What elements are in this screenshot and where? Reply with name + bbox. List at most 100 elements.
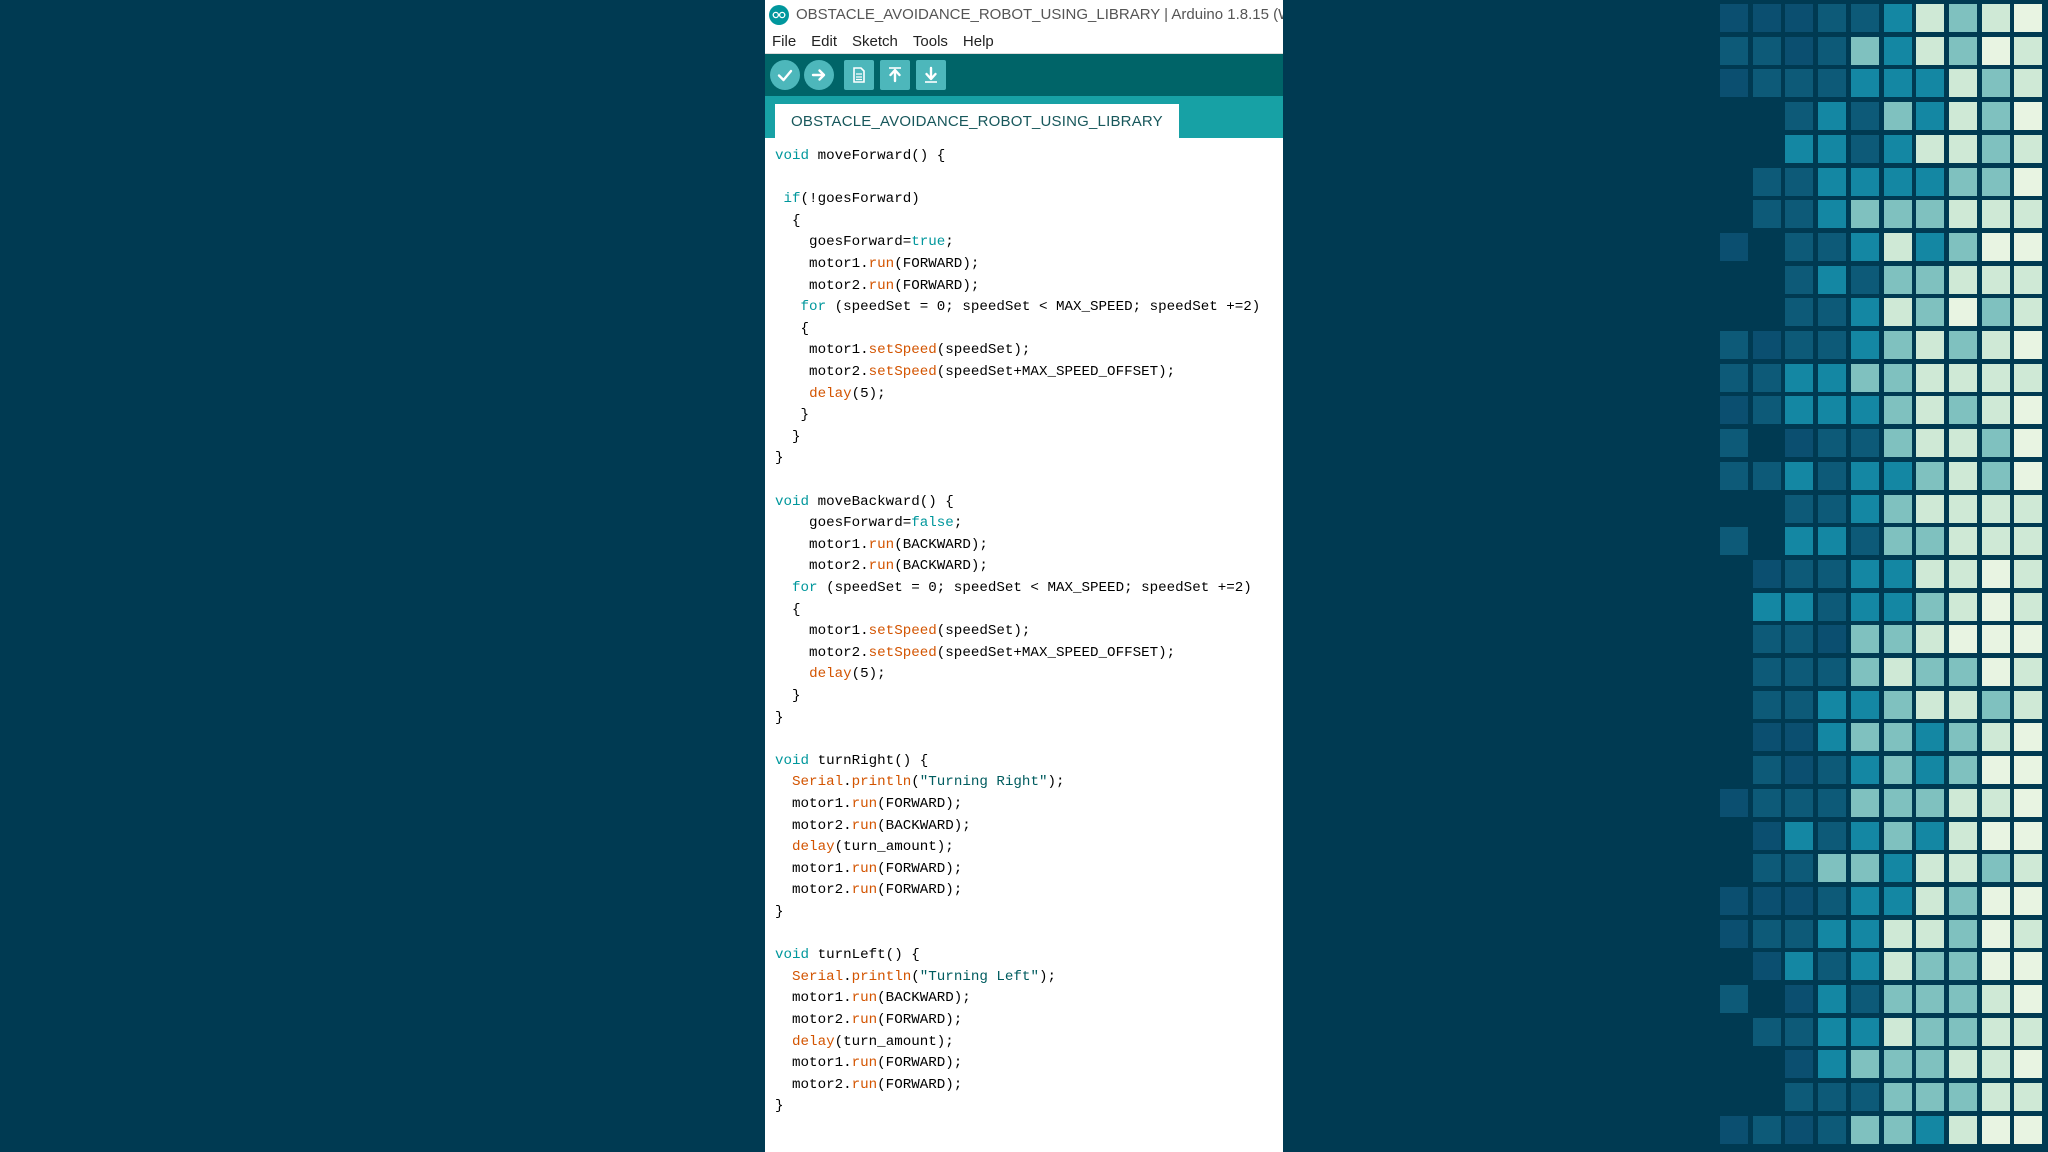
mosaic-tile bbox=[1752, 167, 1781, 196]
mosaic-tile bbox=[1818, 265, 1847, 294]
code-token: motor2. bbox=[775, 1076, 852, 1093]
mosaic-tile bbox=[1883, 232, 1912, 261]
mosaic-tile bbox=[2014, 658, 2043, 686]
mosaic-tile bbox=[1818, 396, 1847, 425]
code-editor[interactable]: void moveForward() { if(!goesForward) { … bbox=[765, 138, 1283, 1152]
mosaic-tile bbox=[1818, 167, 1847, 196]
menu-help[interactable]: Help bbox=[961, 33, 996, 50]
arduino-logo-icon bbox=[769, 4, 789, 25]
mosaic-tile bbox=[1818, 461, 1847, 490]
mosaic-tile bbox=[1948, 952, 1977, 981]
verify-button[interactable] bbox=[770, 60, 800, 90]
code-token: "Turning Left" bbox=[919, 968, 1039, 985]
mosaic-tile bbox=[1850, 527, 1879, 556]
mosaic-tile bbox=[1981, 494, 2010, 523]
code-line: delay(turn_amount); bbox=[775, 1032, 954, 1054]
mosaic-tile bbox=[1818, 4, 1847, 32]
code-line: motor1.run(FORWARD); bbox=[775, 794, 962, 816]
code-line: Serial.println("Turning Left"); bbox=[775, 967, 1056, 989]
mosaic-tile bbox=[1720, 461, 1748, 490]
mosaic-tile bbox=[1916, 265, 1945, 294]
mosaic-tile bbox=[1818, 331, 1847, 359]
mosaic-tile bbox=[1883, 952, 1912, 981]
code-line: goesForward=true; bbox=[775, 232, 954, 254]
menu-tools[interactable]: Tools bbox=[911, 33, 950, 50]
code-line: motor1.run(FORWARD); bbox=[775, 859, 962, 881]
mosaic-tile bbox=[1818, 1083, 1847, 1112]
mosaic-tile bbox=[1948, 1083, 1977, 1112]
code-token: println bbox=[851, 968, 912, 985]
mosaic-tile bbox=[1850, 494, 1879, 523]
mosaic-tile bbox=[1916, 69, 1945, 98]
mosaic-tile bbox=[1981, 232, 2010, 261]
mosaic-tile bbox=[1981, 690, 2010, 719]
code-token: Serial bbox=[792, 774, 844, 791]
mosaic-tile bbox=[1850, 200, 1879, 229]
tab-sketch[interactable]: OBSTACLE_AVOIDANCE_ROBOT_USING_LIBRARY bbox=[775, 104, 1179, 138]
code-token: run bbox=[868, 536, 895, 553]
mosaic-tile bbox=[2014, 625, 2043, 654]
code-line: delay(turn_amount); bbox=[775, 837, 954, 859]
mosaic-tile bbox=[1850, 331, 1879, 359]
mosaic-tile bbox=[1981, 134, 2010, 163]
mosaic-tile bbox=[1818, 723, 1847, 752]
mosaic-tile bbox=[1785, 1115, 1814, 1144]
mosaic-tile bbox=[1785, 854, 1814, 883]
code-token: (BACKWARD); bbox=[877, 990, 971, 1007]
mosaic-tile bbox=[1785, 298, 1814, 327]
mosaic-tile bbox=[1850, 167, 1879, 196]
mosaic-tile bbox=[1883, 985, 1912, 1013]
mosaic-tile bbox=[2014, 985, 2043, 1013]
code-token: } bbox=[775, 688, 801, 704]
code-token: { bbox=[775, 320, 810, 337]
code-token: goesForward= bbox=[775, 234, 912, 251]
mosaic-tile bbox=[1981, 527, 2010, 556]
code-line: { bbox=[775, 319, 810, 341]
mosaic-tile bbox=[1720, 429, 1748, 458]
mosaic-tile bbox=[1850, 429, 1879, 458]
code-line: motor1.run(FORWARD); bbox=[775, 1053, 962, 1075]
menu-file[interactable]: File bbox=[770, 33, 798, 50]
mosaic-tile bbox=[1883, 723, 1912, 752]
mosaic-tile bbox=[1818, 134, 1847, 163]
code-token: run bbox=[851, 1076, 878, 1093]
menu-edit[interactable]: Edit bbox=[809, 33, 839, 50]
mosaic-tile bbox=[1981, 1115, 2010, 1144]
open-button[interactable] bbox=[880, 60, 910, 90]
mosaic-tile bbox=[1981, 429, 2010, 458]
code-token: ); bbox=[1038, 968, 1056, 985]
mosaic-tile bbox=[1818, 690, 1847, 719]
code-line: motor1.setSpeed(speedSet); bbox=[775, 621, 1030, 643]
code-token: delay bbox=[792, 839, 835, 856]
save-button[interactable] bbox=[916, 60, 946, 90]
mosaic-tile bbox=[1850, 265, 1879, 294]
upload-button[interactable] bbox=[804, 60, 834, 90]
code-token: motor2. bbox=[775, 558, 869, 575]
code-token: run bbox=[851, 1055, 878, 1072]
mosaic-tile bbox=[1785, 167, 1814, 196]
mosaic-tile bbox=[1981, 723, 2010, 752]
mosaic-tile bbox=[1948, 854, 1977, 883]
mosaic-tile bbox=[1981, 985, 2010, 1013]
mosaic-tile bbox=[1785, 200, 1814, 229]
mosaic-tile bbox=[1850, 36, 1879, 65]
code-token: turnRight() { bbox=[809, 752, 929, 769]
code-token: turnLeft() { bbox=[809, 947, 920, 964]
new-button[interactable] bbox=[844, 60, 874, 90]
mosaic-tile bbox=[1883, 396, 1912, 425]
mosaic-tile bbox=[1752, 69, 1781, 98]
code-token: (speedSet+MAX_SPEED_OFFSET); bbox=[936, 644, 1176, 661]
mosaic-tile bbox=[1916, 331, 1945, 359]
mosaic-tile bbox=[1785, 919, 1814, 948]
mosaic-tile bbox=[1818, 363, 1847, 392]
code-line: } bbox=[775, 1096, 784, 1118]
mosaic-tile bbox=[1785, 429, 1814, 458]
menu-sketch[interactable]: Sketch bbox=[850, 33, 900, 50]
mosaic-tile bbox=[1883, 625, 1912, 654]
mosaic-tile bbox=[2014, 756, 2043, 785]
mosaic-tile bbox=[1752, 952, 1781, 981]
mosaic-tile bbox=[1948, 494, 1977, 523]
code-line: motor2.setSpeed(speedSet+MAX_SPEED_OFFSE… bbox=[775, 643, 1175, 665]
code-token: (5); bbox=[851, 666, 886, 683]
